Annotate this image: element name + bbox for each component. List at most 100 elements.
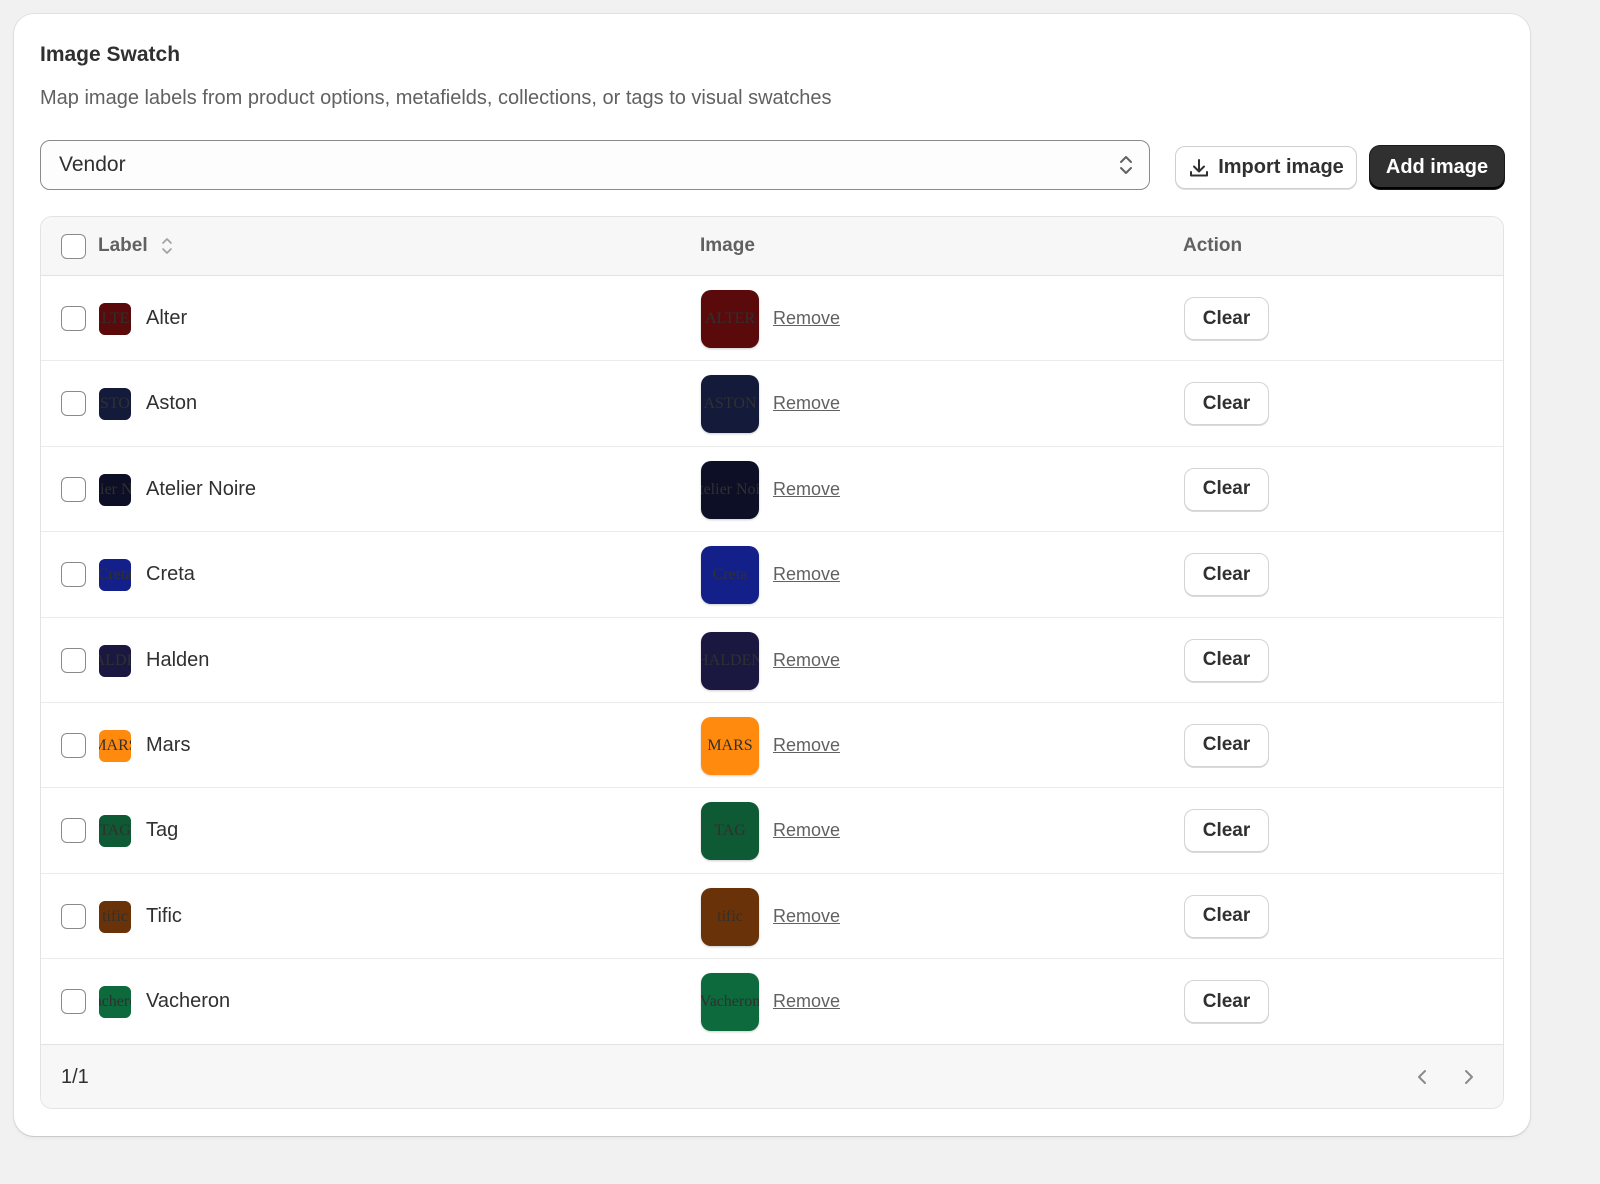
clear-button-label: Clear <box>1202 649 1251 671</box>
clear-button[interactable]: Clear <box>1184 467 1269 511</box>
remove-link[interactable]: Remove <box>773 564 840 585</box>
table-row: HALDEN Halden HALDEN Remove Clear <box>41 618 1503 703</box>
card-title: Image Swatch <box>40 43 181 66</box>
label-thumbnail: tific <box>99 900 131 933</box>
chevron-right-icon[interactable] <box>1459 1066 1477 1088</box>
swatch-logo-text: Vacheron <box>701 993 759 1011</box>
clear-button[interactable]: Clear <box>1184 382 1269 426</box>
thumbnail-logo-text: Creta <box>99 566 131 584</box>
image-swatch-card: Image Swatch Map image labels from produ… <box>14 14 1530 1136</box>
remove-link[interactable]: Remove <box>773 820 840 841</box>
swatch-image: TAG <box>701 802 759 861</box>
row-checkbox[interactable] <box>61 732 86 758</box>
row-label: Alter <box>146 307 188 329</box>
swatch-logo-text: HALDEN <box>701 651 759 669</box>
table-row: ASTON Aston ASTON Remove Clear <box>41 361 1503 447</box>
clear-button-label: Clear <box>1202 905 1251 927</box>
column-action-header: Action <box>1183 235 1243 256</box>
thumbnail-logo-text: MARS <box>99 736 131 754</box>
swatch-image: ASTON <box>701 375 759 434</box>
clear-button-label: Clear <box>1202 563 1251 585</box>
row-checkbox[interactable] <box>61 818 86 844</box>
remove-link[interactable]: Remove <box>773 735 840 756</box>
clear-button-label: Clear <box>1202 478 1251 500</box>
thumbnail-logo-text: Atelier Noire <box>99 480 131 498</box>
table-header: Label Image Action <box>41 217 1503 276</box>
thumbnail-logo-text: tific <box>102 907 128 925</box>
swatch-image: Creta <box>701 546 759 605</box>
swatch-image: MARS <box>701 716 759 775</box>
thumbnail-logo-text: TAG <box>99 822 131 840</box>
remove-link[interactable]: Remove <box>773 308 840 329</box>
clear-button[interactable]: Clear <box>1184 894 1269 938</box>
row-label: Aston <box>146 392 198 415</box>
table-row: Creta Creta Creta Remove Clear <box>41 532 1503 618</box>
label-thumbnail: HALDEN <box>99 644 131 677</box>
table-row: MARS Mars MARS Remove Clear <box>41 703 1503 789</box>
remove-link[interactable]: Remove <box>773 479 840 500</box>
clear-button[interactable]: Clear <box>1184 980 1269 1024</box>
swatch-table: Label Image Action ALTER Alter ALTER Rem… <box>40 216 1504 1109</box>
select-chevron-icon <box>1120 156 1132 174</box>
table-row: ALTER Alter ALTER Remove Clear <box>41 276 1503 362</box>
source-select-value: Vendor <box>59 153 126 176</box>
row-checkbox[interactable] <box>61 562 86 588</box>
import-image-label: Import image <box>1218 156 1344 178</box>
row-checkbox[interactable] <box>61 647 86 673</box>
remove-link[interactable]: Remove <box>773 906 840 927</box>
label-thumbnail: ASTON <box>99 388 131 421</box>
table-body: ALTER Alter ALTER Remove Clear ASTON Ast… <box>41 276 1503 1045</box>
table-row: Vacheron Vacheron Vacheron Remove Clear <box>41 959 1503 1044</box>
swatch-image: tific <box>701 887 759 946</box>
table-row: tific Tific tific Remove Clear <box>41 874 1503 960</box>
label-thumbnail: TAG <box>99 815 131 848</box>
download-icon <box>1190 158 1209 176</box>
clear-button[interactable]: Clear <box>1184 553 1269 597</box>
select-all-checkbox[interactable] <box>61 234 86 259</box>
add-image-label: Add image <box>1385 156 1489 178</box>
column-label-header[interactable]: Label <box>98 235 173 257</box>
label-thumbnail: ALTER <box>99 303 131 335</box>
row-checkbox[interactable] <box>61 903 86 929</box>
swatch-logo-text: TAG <box>714 822 746 840</box>
label-thumbnail: Vacheron <box>99 986 131 1019</box>
row-label: Vacheron <box>146 990 231 1013</box>
import-image-button[interactable]: Import image <box>1175 146 1357 189</box>
clear-button-label: Clear <box>1202 819 1251 841</box>
row-label: Mars <box>146 733 191 756</box>
clear-button-label: Clear <box>1202 307 1251 329</box>
swatch-image: Atelier Noire <box>701 460 759 519</box>
clear-button-label: Clear <box>1202 734 1251 756</box>
label-thumbnail: Atelier Noire <box>99 473 131 506</box>
clear-button[interactable]: Clear <box>1184 638 1269 682</box>
swatch-image: ALTER <box>701 290 759 348</box>
swatch-logo-text: ALTER <box>704 310 756 327</box>
clear-button-label: Clear <box>1202 990 1251 1012</box>
swatch-logo-text: ASTON <box>703 395 757 413</box>
sort-icon <box>162 238 172 254</box>
add-image-button[interactable]: Add image <box>1370 146 1504 189</box>
clear-button[interactable]: Clear <box>1184 297 1269 340</box>
row-checkbox[interactable] <box>61 476 86 502</box>
table-footer: 1/1 <box>41 1044 1503 1108</box>
row-checkbox[interactable] <box>61 391 86 417</box>
swatch-logo-text: Atelier Noire <box>701 480 759 498</box>
clear-button[interactable]: Clear <box>1184 809 1269 853</box>
swatch-logo-text: Creta <box>712 566 748 584</box>
chevron-left-icon[interactable] <box>1414 1066 1432 1088</box>
thumbnail-logo-text: ALTER <box>99 310 131 327</box>
clear-button-label: Clear <box>1202 392 1251 414</box>
clear-button[interactable]: Clear <box>1184 723 1269 767</box>
label-thumbnail: MARS <box>99 729 131 762</box>
remove-link[interactable]: Remove <box>773 393 840 414</box>
swatch-logo-text: tific <box>717 907 743 925</box>
row-label: Creta <box>146 563 195 586</box>
source-select[interactable]: Vendor <box>40 140 1150 190</box>
row-label: Halden <box>146 648 210 671</box>
row-checkbox[interactable] <box>61 306 86 331</box>
row-label: Tag <box>146 819 179 842</box>
remove-link[interactable]: Remove <box>773 991 840 1012</box>
row-checkbox[interactable] <box>61 989 86 1015</box>
swatch-image: Vacheron <box>701 973 759 1032</box>
remove-link[interactable]: Remove <box>773 650 840 671</box>
